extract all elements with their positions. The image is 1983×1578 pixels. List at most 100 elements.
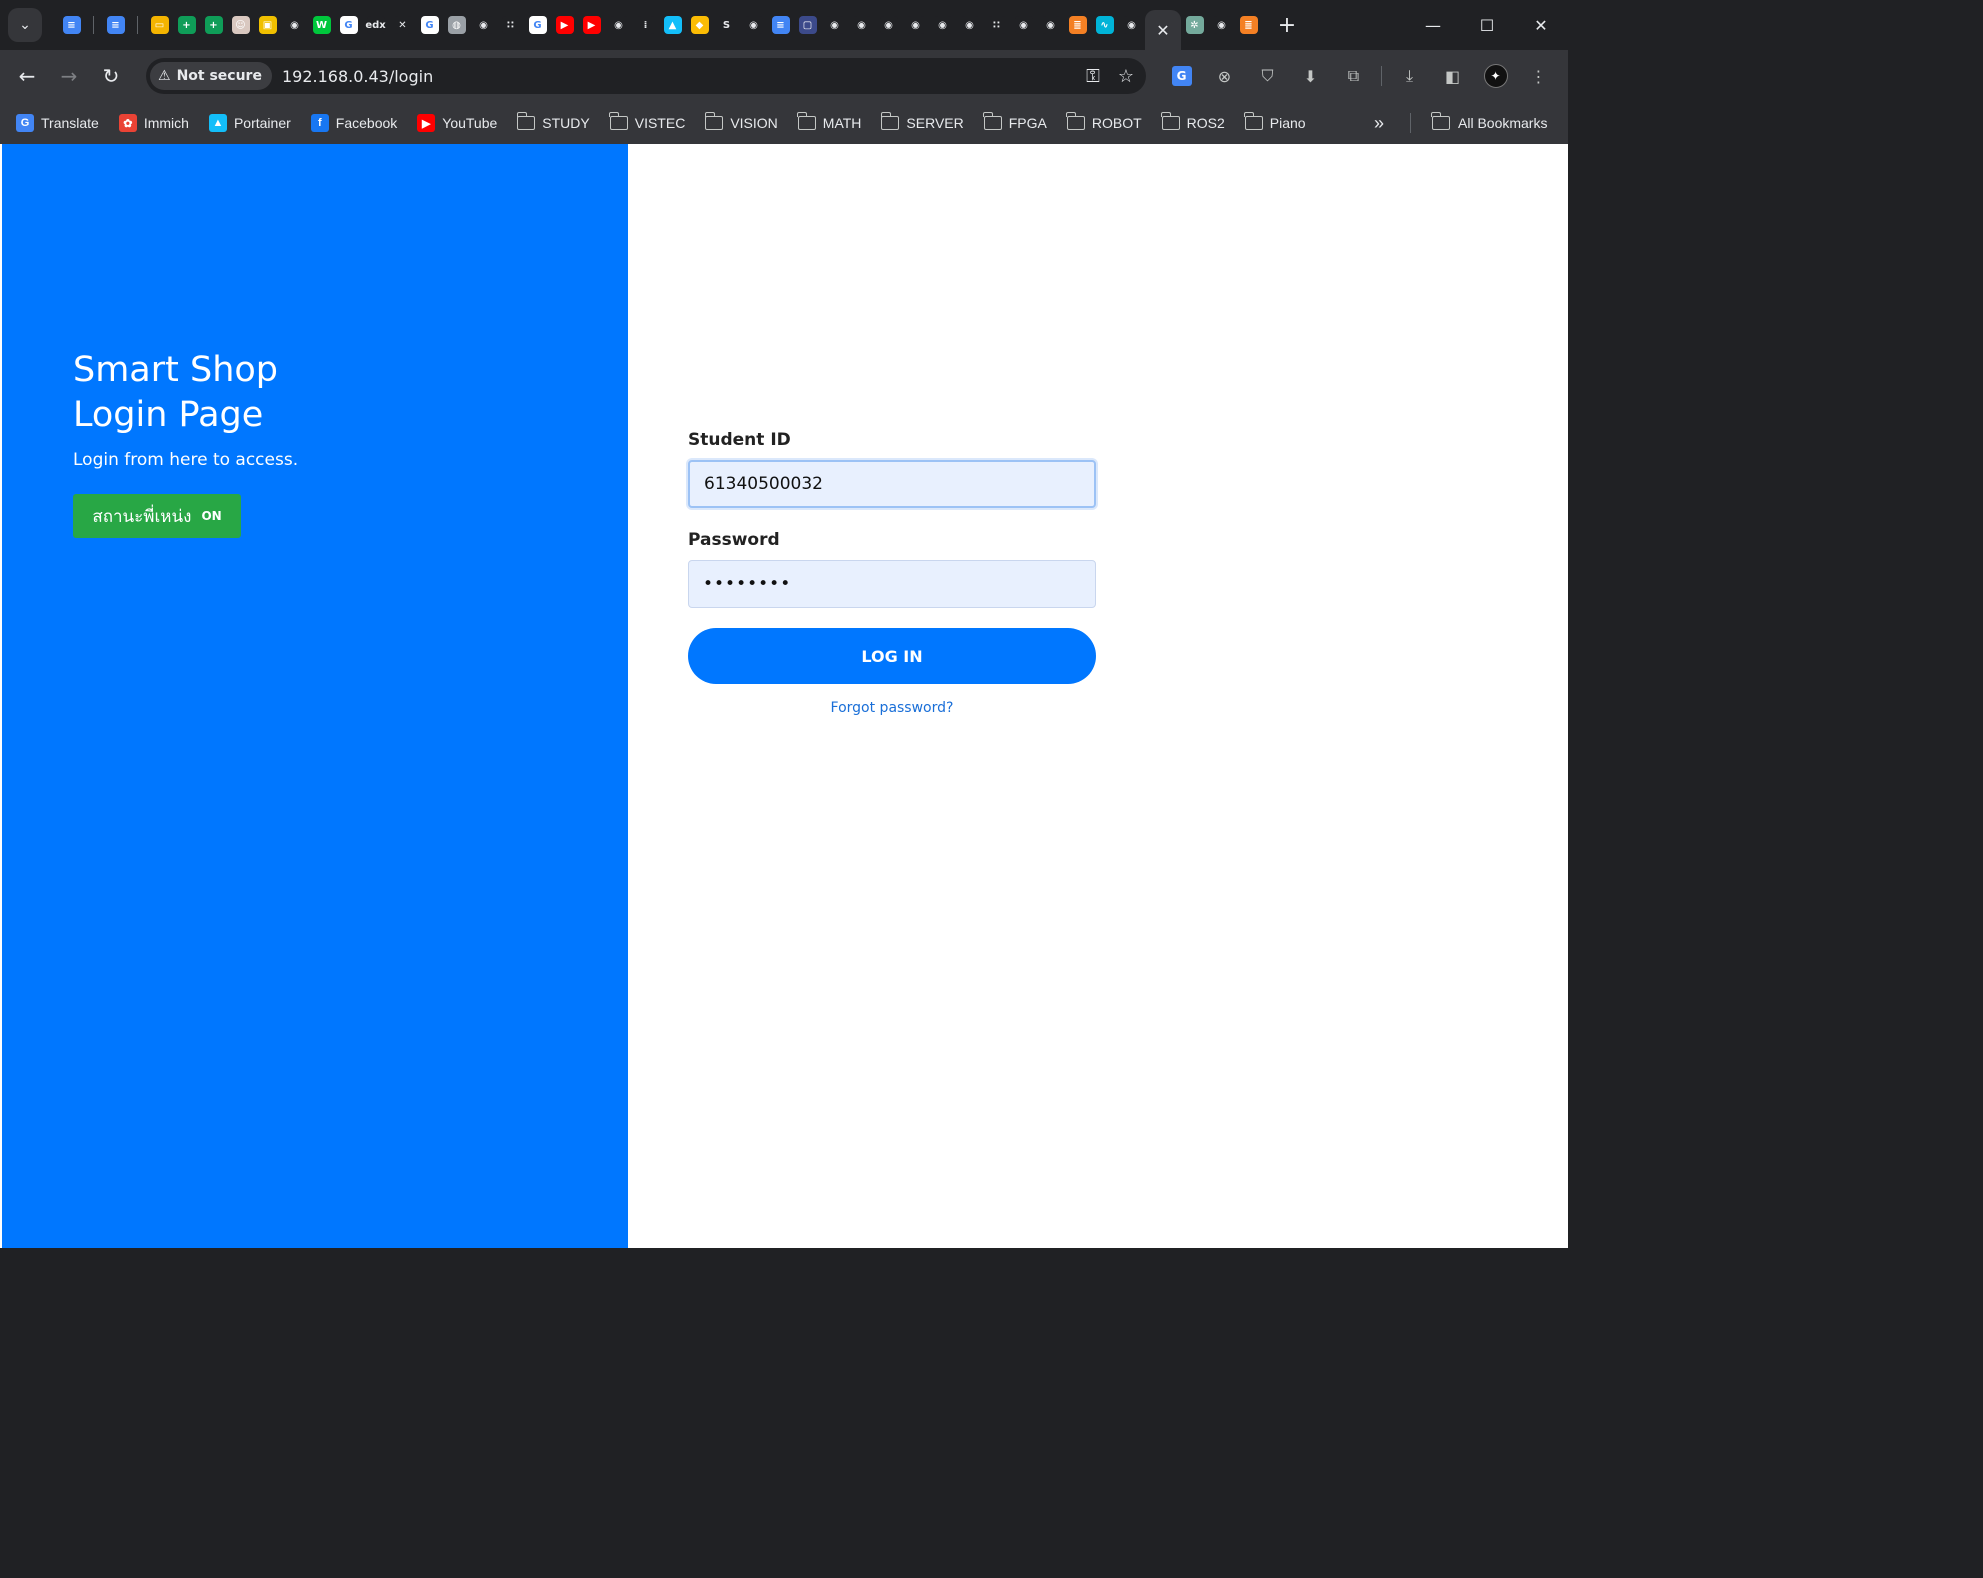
extension-x-icon[interactable]: ⊗ [1203,50,1246,102]
page-title: Smart Shop Login Page [73,348,473,438]
bookmark-immich[interactable]: ✿ Immich [118,114,189,132]
tab-google[interactable]: G [524,0,551,50]
tab-github[interactable]: ◉ [1010,0,1037,50]
tab-google[interactable]: G [416,0,443,50]
page-title-line1: Smart Shop [73,350,279,390]
tab-wave[interactable]: ∿ [1091,0,1118,50]
bookmark-portainer[interactable]: ▲ Portainer [208,114,291,132]
tab-github[interactable]: ◉ [821,0,848,50]
bookmark-translate[interactable]: G Translate [16,114,99,132]
bookmark-folder-math[interactable]: MATH [797,112,861,131]
tab-github[interactable]: ◉ [1037,0,1064,50]
ublock-icon[interactable]: ⛉ [1246,50,1289,102]
tab-github[interactable]: ◉ [281,0,308,50]
new-tab-button[interactable]: + [1270,13,1304,38]
security-chip[interactable]: ⚠ Not secure [150,62,272,90]
tab-google-keep[interactable]: ◆ [686,0,713,50]
tab-youtube[interactable]: ▶ [551,0,578,50]
tab-portainer[interactable]: ▲ [659,0,686,50]
blank-tab-icon: ∷ [501,16,520,34]
side-panel-icon[interactable]: ◧ [1431,50,1474,102]
tab-globe[interactable]: ◍ [443,0,470,50]
tab-edx[interactable]: edx [362,0,389,50]
tab-webtoon[interactable]: W [308,0,335,50]
key-icon[interactable]: ⚿ [1086,66,1100,87]
menu-icon[interactable]: ⋮ [1517,50,1560,102]
maximize-button[interactable]: ☐ [1460,0,1514,50]
bookmark-facebook[interactable]: f Facebook [310,114,397,132]
tab-google-sheets[interactable]: + [173,0,200,50]
bookmark-folder-study[interactable]: STUDY [516,112,590,131]
url-text[interactable]: 192.168.0.43/login [282,67,433,86]
bookmark-folder-fpga[interactable]: FPGA [983,112,1047,131]
bookmark-folder-piano[interactable]: Piano [1244,112,1306,131]
all-bookmarks-label: All Bookmarks [1458,115,1548,131]
tab-github[interactable]: ◉ [875,0,902,50]
forgot-password-link[interactable]: Forgot password? [688,700,1096,716]
bookmark-folder-vistec[interactable]: VISTEC [609,112,685,131]
student-id-input[interactable]: 61340500032 [688,460,1096,508]
bookmark-folder-robot[interactable]: ROBOT [1066,112,1142,131]
close-window-button[interactable]: ✕ [1514,0,1568,50]
bookmark-folder-server[interactable]: SERVER [880,112,964,131]
minimize-button[interactable]: — [1406,0,1460,50]
bookmarks-divider [1410,113,1411,133]
tab-google[interactable]: G [335,0,362,50]
profile-avatar[interactable]: ✦ [1474,50,1517,102]
tab-github[interactable]: ◉ [902,0,929,50]
tab-google-docs[interactable]: ≡ [767,0,794,50]
tab-github[interactable]: ◉ [1118,0,1145,50]
tab-github[interactable]: ◉ [956,0,983,50]
bookmarks-overflow-button[interactable]: » [1374,102,1384,144]
password-label: Password [688,530,780,550]
login-button[interactable]: LOG IN [688,628,1096,684]
back-button[interactable]: ← [6,55,48,97]
tab-blank-tab[interactable]: ∷ [497,0,524,50]
reload-button[interactable]: ↻ [90,55,132,97]
tab-anime-avatar[interactable]: ☺ [227,0,254,50]
tab-github[interactable]: ◉ [470,0,497,50]
all-bookmarks-button[interactable]: All Bookmarks [1431,102,1548,144]
download-extension-icon[interactable]: ⬇ [1289,50,1332,102]
folder-icon [880,112,900,130]
tab-x[interactable]: ✕ [389,0,416,50]
google-sheets-icon: + [204,16,223,34]
google-translate-extension-icon[interactable]: G [1160,50,1203,102]
tab-monitor[interactable]: ▢ [794,0,821,50]
puzzle-extensions-icon[interactable]: ⧉ [1332,50,1375,102]
close-tab-icon[interactable]: ✕ [1156,21,1169,40]
tab-google-slides[interactable]: ▭ [146,0,173,50]
github-icon: ◉ [1041,16,1060,34]
tab-youtube[interactable]: ▶ [578,0,605,50]
password-input[interactable]: •••••••• [688,560,1096,608]
tab-github[interactable]: ◉ [848,0,875,50]
arrow-right-icon: → [60,64,78,88]
tab-google-sheets[interactable]: + [200,0,227,50]
tab-github[interactable]: ◉ [1208,0,1235,50]
tab-stackoverflow[interactable]: ≣ [1235,0,1262,50]
address-bar[interactable]: ⚠ Not secure 192.168.0.43/login ⚿ ☆ [146,58,1146,94]
tab-stackoverflow[interactable]: ≣ [1064,0,1091,50]
star-icon[interactable]: ☆ [1118,66,1134,87]
status-toggle-button[interactable]: สถานะพี่เหน่ง ON [73,494,241,538]
tab-red-s[interactable]: S [713,0,740,50]
tab-github[interactable]: ◉ [605,0,632,50]
extensions-area: G ⊗ ⛉ ⬇ ⧉ ⤓ ◧ ✦ ⋮ [1160,50,1560,102]
tab-strip: ⌄ ≡ ≡ ▭ + + ☺ ▣ ◉ W Gedx ✕ G ◍ ◉ ∷ G ▶ ▶ ◉ ⁞ ▲ ◆ S ◉ ≡ ▢ ◉ ◉ ◉ ◉ ◉ ◉ ∷ ◉ ◉… [0,0,1568,50]
tab-chatgpt[interactable]: ✲ [1181,0,1208,50]
bookmark-youtube[interactable]: ▶ YouTube [417,114,497,132]
bookmark-folder-ros2[interactable]: ROS2 [1161,112,1225,131]
tab-google-docs[interactable]: ≡ [58,0,85,50]
tab-dots-grid[interactable]: ⁞ [632,0,659,50]
active-tab[interactable]: ✕ [1145,10,1181,50]
tab-google-docs[interactable]: ≡ [102,0,129,50]
tab-robot[interactable]: ▣ [254,0,281,50]
bookmark-folder-vision[interactable]: VISION [704,112,778,131]
tab-blank-tab[interactable]: ∷ [983,0,1010,50]
tab-search-button[interactable]: ⌄ [8,8,42,42]
tab-github[interactable]: ◉ [929,0,956,50]
tab-github[interactable]: ◉ [740,0,767,50]
forward-button[interactable]: → [48,55,90,97]
student-id-value: 61340500032 [704,474,823,494]
downloads-icon[interactable]: ⤓ [1388,50,1431,102]
